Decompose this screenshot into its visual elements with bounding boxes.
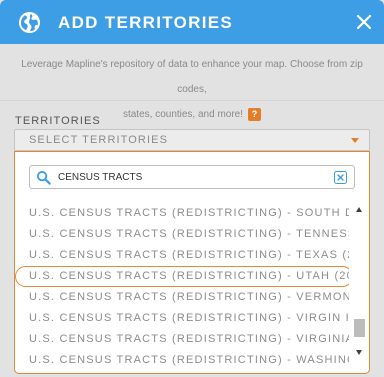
globe-icon <box>18 11 41 34</box>
territories-label: TERRITORIES <box>15 115 101 127</box>
option-label: U.S. CENSUS TRACTS (REDISTRICTING) - WAS… <box>29 354 349 366</box>
list-item[interactable]: U.S. CENSUS TRACTS (REDISTRICTING) - VIR… <box>15 329 349 350</box>
close-icon[interactable] <box>354 12 374 32</box>
territories-select[interactable]: SELECT TERRITORIES <box>14 129 370 151</box>
options-list: U.S. CENSUS TRACTS (REDISTRICTING) - SOU… <box>15 203 349 373</box>
list-item[interactable]: U.S. CENSUS TRACTS (REDISTRICTING) - VER… <box>15 287 349 308</box>
modal-header: ADD TERRITORIES <box>0 0 384 44</box>
modal-title: ADD TERRITORIES <box>58 13 234 32</box>
option-label: U.S. CENSUS TRACTS (REDISTRICTING) - UTA… <box>29 270 349 282</box>
list-item[interactable]: U.S. CENSUS TRACTS (REDISTRICTING) - SOU… <box>15 203 349 224</box>
help-icon[interactable]: ? <box>248 107 262 121</box>
option-label: U.S. CENSUS TRACTS (REDISTRICTING) - TEX… <box>29 249 349 261</box>
search-input[interactable] <box>58 169 328 185</box>
option-label: U.S. CENSUS TRACTS (REDISTRICTING) - VER… <box>29 291 349 303</box>
divider <box>0 100 384 101</box>
option-label: U.S. CENSUS TRACTS (REDISTRICTING) - VIR… <box>29 312 349 324</box>
list-item[interactable]: U.S. CENSUS TRACTS (REDISTRICTING) - VIR… <box>15 308 349 329</box>
list-item-highlighted[interactable]: U.S. CENSUS TRACTS (REDISTRICTING) - UTA… <box>15 266 349 287</box>
option-label: U.S. CENSUS TRACTS (REDISTRICTING) - TEN… <box>29 228 349 240</box>
clear-icon[interactable] <box>334 171 347 184</box>
scroll-thumb[interactable] <box>354 319 365 337</box>
territories-dropdown: U.S. CENSUS TRACTS (REDISTRICTING) - SOU… <box>14 151 370 374</box>
caret-down-icon <box>351 138 359 143</box>
list-item[interactable]: U.S. CENSUS TRACTS (REDISTRICTING) - TEX… <box>15 245 349 266</box>
list-item[interactable]: U.S. CENSUS TRACTS (REDISTRICTING) - TEN… <box>15 224 349 245</box>
search-box <box>29 165 355 189</box>
search-icon <box>36 170 51 185</box>
description-line-1: Leverage Mapline's repository of data to… <box>21 59 363 95</box>
select-placeholder: SELECT TERRITORIES <box>29 134 169 146</box>
scroll-down-arrow-icon[interactable] <box>356 350 362 355</box>
option-label: U.S. CENSUS TRACTS (REDISTRICTING) - SOU… <box>29 207 349 219</box>
list-item[interactable]: U.S. CENSUS TRACTS (REDISTRICTING) - WAS… <box>15 350 349 371</box>
scrollbar[interactable] <box>353 203 367 360</box>
scroll-up-arrow-icon[interactable] <box>356 207 362 212</box>
option-label: U.S. CENSUS TRACTS (REDISTRICTING) - VIR… <box>29 333 349 345</box>
add-territories-modal: ADD TERRITORIES Leverage Mapline's repos… <box>0 0 384 377</box>
description-line-2-text: states, counties, and more! <box>122 109 244 120</box>
